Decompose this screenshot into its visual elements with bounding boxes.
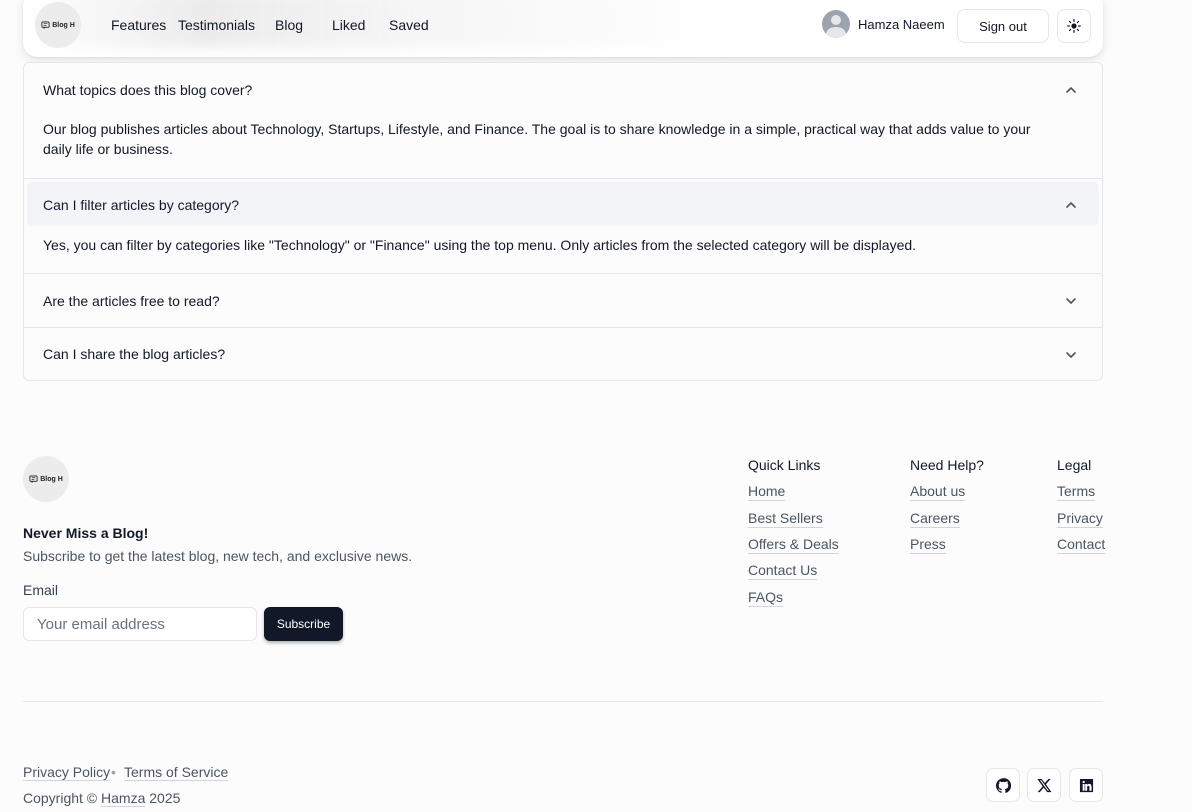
footer-link-about-us[interactable]: About us <box>910 483 966 501</box>
footer-logo[interactable]: Blog H <box>23 456 69 502</box>
github-icon <box>995 777 1011 793</box>
terms-of-service-link[interactable]: Terms of Service <box>124 764 229 781</box>
x-icon <box>1036 778 1051 792</box>
separator-dot: • <box>111 764 116 780</box>
copyright-year: 2025 <box>149 790 181 806</box>
faq-item: What topics does this blog cover? Our bl… <box>24 63 1102 179</box>
navbar: Blog H Features Testimonials Blog Liked … <box>23 0 1103 57</box>
x-button[interactable] <box>1027 768 1061 802</box>
footer-link-careers[interactable]: Careers <box>910 510 960 528</box>
nav-link-liked[interactable]: Liked <box>332 17 365 33</box>
linkedin-button[interactable] <box>1069 768 1103 802</box>
footer-link-privacy[interactable]: Privacy <box>1057 510 1103 528</box>
faq-question[interactable]: What topics does this blog cover? <box>43 82 252 98</box>
footer-column-heading: Legal <box>1057 457 1092 473</box>
user-profile[interactable]: Hamza Naeem <box>822 10 945 38</box>
nav-link-testimonials[interactable]: Testimonials <box>178 17 255 33</box>
footer-link-terms[interactable]: Terms <box>1057 483 1096 501</box>
logo-text: Blog H <box>52 21 75 29</box>
footer-link-faqs[interactable]: FAQs <box>748 589 784 607</box>
nav-link-blog[interactable]: Blog <box>275 17 303 33</box>
faq-answer: Yes, you can filter by categories like "… <box>43 237 917 253</box>
footer-link-contact[interactable]: Contact <box>1057 536 1106 554</box>
nav-link-saved[interactable]: Saved <box>389 17 429 33</box>
footer-link-best-sellers[interactable]: Best Sellers <box>748 510 823 528</box>
avatar <box>822 10 850 38</box>
footer-column-heading: Need Help? <box>910 457 984 473</box>
theme-toggle-button[interactable] <box>1057 9 1091 43</box>
footer-link-offers-deals[interactable]: Offers & Deals <box>748 536 839 554</box>
faq-accordion: What topics does this blog cover? Our bl… <box>23 62 1103 381</box>
chat-icon <box>29 474 38 483</box>
newsletter-subtitle: Subscribe to get the latest blog, new te… <box>23 548 413 564</box>
linkedin-icon <box>1079 778 1093 792</box>
faq-question[interactable]: Are the articles free to read? <box>43 293 220 309</box>
chat-icon <box>41 20 50 29</box>
logo-text: Blog H <box>40 475 63 483</box>
footer-divider <box>23 701 1103 702</box>
github-button[interactable] <box>986 768 1020 802</box>
copyright: Copyright © Hamza 2025 <box>23 790 181 807</box>
faq-question[interactable]: Can I filter articles by category? <box>43 197 239 213</box>
faq-item: Are the articles free to read? <box>24 274 1102 328</box>
footer-link-press[interactable]: Press <box>910 536 946 554</box>
chevron-up-icon[interactable] <box>1064 83 1078 97</box>
sun-icon <box>1067 19 1081 33</box>
privacy-policy-link[interactable]: Privacy Policy <box>23 764 111 781</box>
user-name: Hamza Naeem <box>858 16 945 32</box>
faq-answer: Our blog publishes articles about Techno… <box>43 121 1031 157</box>
copyright-prefix: Copyright © <box>23 790 98 806</box>
nav-link-features[interactable]: Features <box>111 17 166 33</box>
faq-item: Can I share the blog articles? <box>24 328 1102 380</box>
footer-link-contact-us[interactable]: Contact Us <box>748 562 818 580</box>
faq-question[interactable]: Can I share the blog articles? <box>43 346 225 362</box>
sign-out-button[interactable]: Sign out <box>957 9 1049 43</box>
chevron-up-icon[interactable] <box>1064 198 1078 212</box>
subscribe-button[interactable]: Subscribe <box>264 607 343 641</box>
copyright-author-link[interactable]: Hamza <box>101 790 146 807</box>
footer-link-home[interactable]: Home <box>748 483 786 501</box>
faq-item: Can I filter articles by category? Yes, … <box>24 179 1102 274</box>
newsletter-title: Never Miss a Blog! <box>23 525 149 541</box>
footer-column-heading: Quick Links <box>748 457 821 473</box>
email-input[interactable] <box>23 607 257 641</box>
chevron-down-icon[interactable] <box>1064 294 1078 308</box>
email-label: Email <box>23 582 59 598</box>
chevron-down-icon[interactable] <box>1064 348 1078 362</box>
navbar-logo[interactable]: Blog H <box>35 2 81 48</box>
